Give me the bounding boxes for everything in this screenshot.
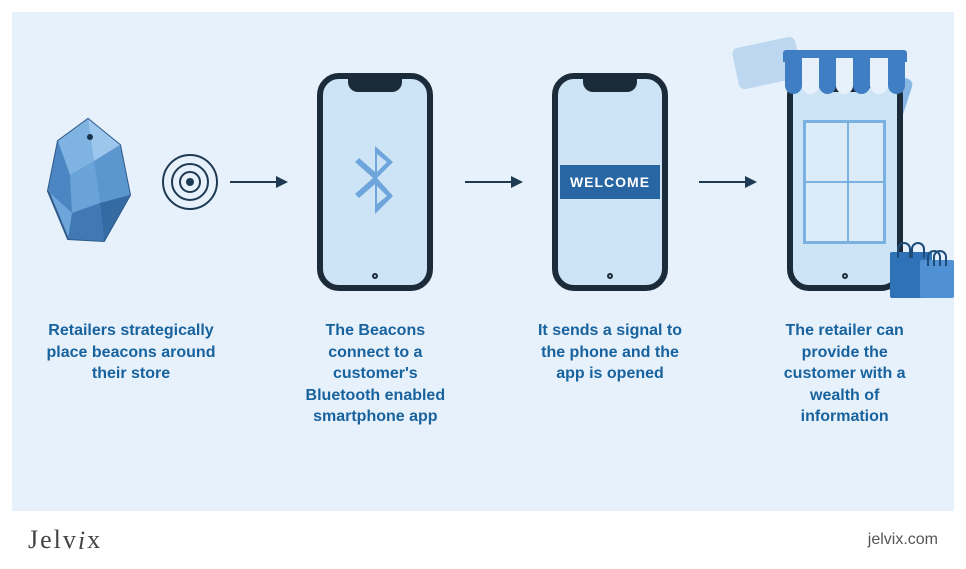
phone-bluetooth xyxy=(317,73,433,291)
arrow-1 xyxy=(230,72,286,292)
steps-row: Retailers strategically place beacons ar… xyxy=(42,72,924,428)
step-1: Retailers strategically place beacons ar… xyxy=(42,72,220,385)
step-4-caption: The retailer can provide the customer wi… xyxy=(765,320,924,428)
step-3-illustration: WELCOME xyxy=(531,72,690,292)
footer: Jelvix jelvix.com xyxy=(0,511,966,569)
diagram-canvas: Retailers strategically place beacons ar… xyxy=(12,12,954,511)
step-4: The retailer can provide the customer wi… xyxy=(765,72,924,428)
step-1-caption: Retailers strategically place beacons ar… xyxy=(42,320,220,385)
welcome-badge: WELCOME xyxy=(560,165,660,199)
beacon-group xyxy=(42,117,220,247)
step-3: WELCOME It sends a signal to the phone a… xyxy=(531,72,690,385)
step-4-illustration xyxy=(765,72,924,292)
shopping-bags-icon xyxy=(890,252,954,298)
signal-icon xyxy=(160,152,220,212)
arrow-3 xyxy=(699,72,755,292)
phone-store xyxy=(787,73,903,291)
awning-icon xyxy=(785,58,905,94)
step-2: The Beacons connect to a customer's Blue… xyxy=(296,72,455,428)
step-3-caption: It sends a signal to the phone and the a… xyxy=(531,320,690,385)
bluetooth-icon xyxy=(345,142,405,222)
step-2-illustration xyxy=(296,72,455,292)
beacon-icon xyxy=(42,117,134,247)
brand-logo: Jelvix xyxy=(28,525,102,555)
phone-welcome: WELCOME xyxy=(552,73,668,291)
floorplan-icon xyxy=(803,120,886,244)
brand-url: jelvix.com xyxy=(868,531,938,549)
arrow-2 xyxy=(465,72,521,292)
step-1-illustration xyxy=(42,72,220,292)
diagram-frame: Retailers strategically place beacons ar… xyxy=(0,0,966,569)
step-2-caption: The Beacons connect to a customer's Blue… xyxy=(296,320,455,428)
